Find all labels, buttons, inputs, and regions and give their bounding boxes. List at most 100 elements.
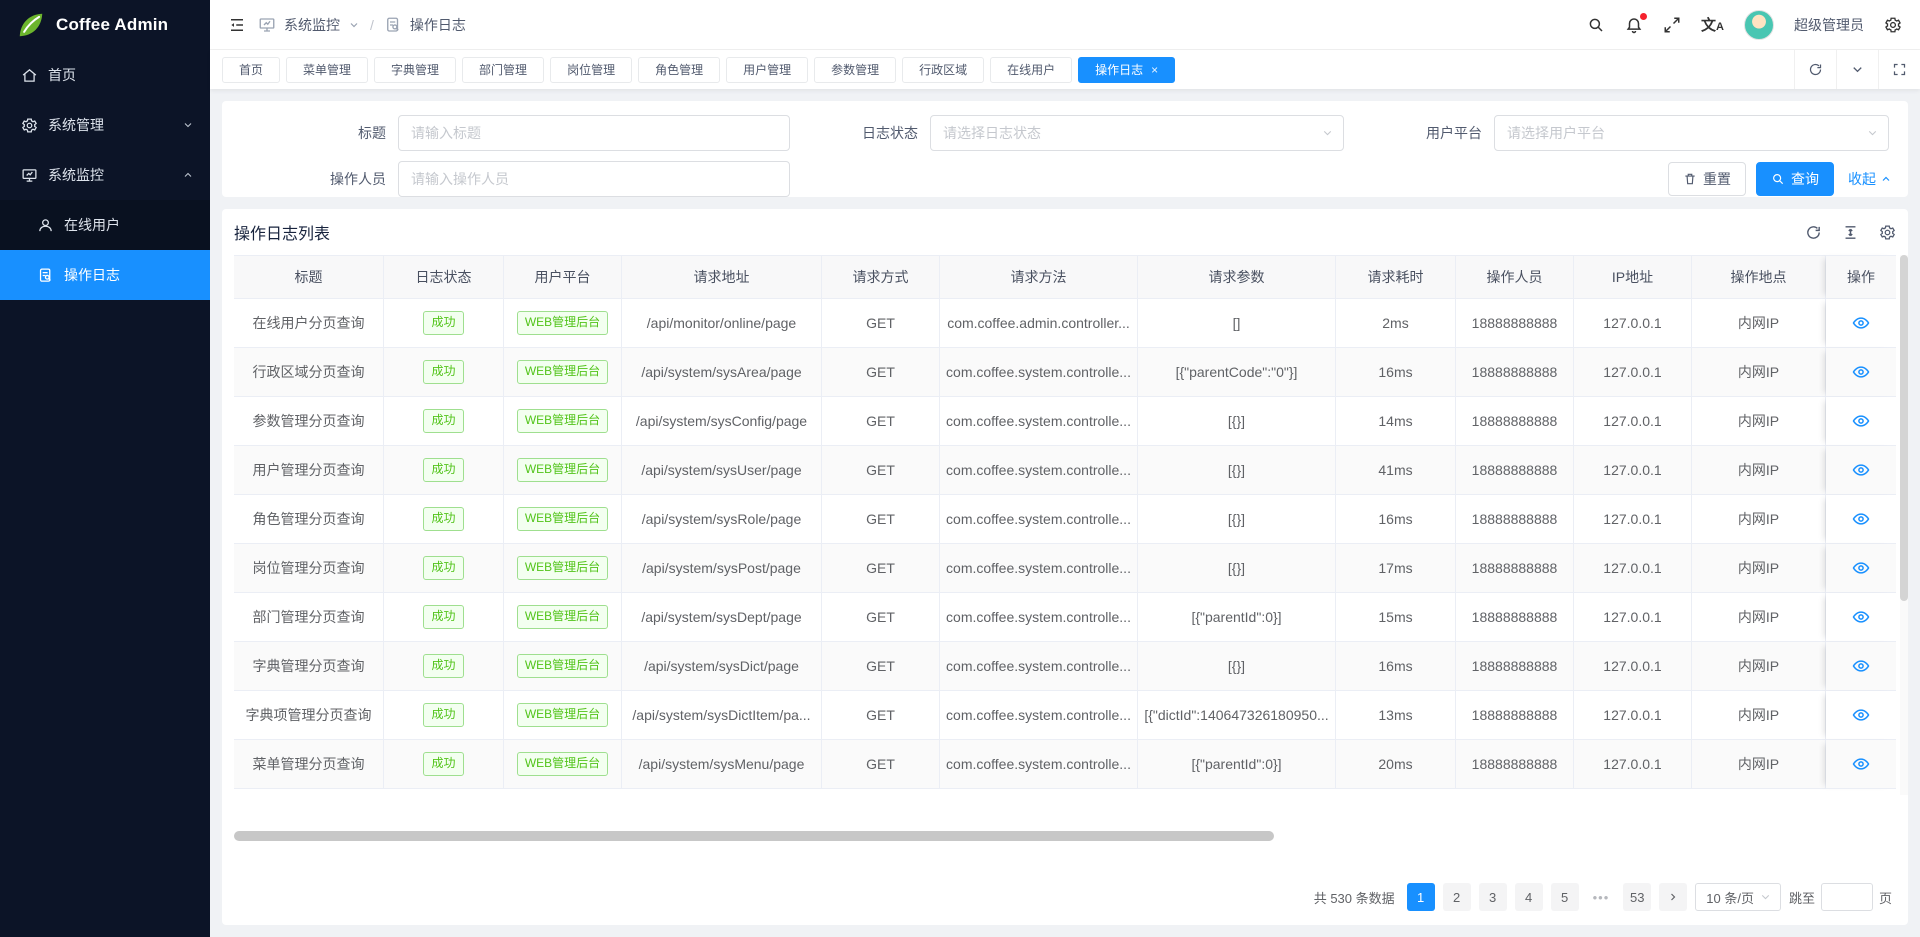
horizontal-scrollbar[interactable] [234, 831, 1896, 841]
view-detail-eye-icon[interactable] [1852, 657, 1870, 675]
page-size-select[interactable]: 10 条/页 [1695, 883, 1781, 911]
cell-status: 成功 [384, 544, 504, 593]
collapse-filters-link[interactable]: 收起 [1848, 169, 1892, 189]
cell-title: 部门管理分页查询 [234, 593, 384, 642]
status-badge: 成功 [423, 654, 463, 678]
search-button[interactable]: 查询 [1756, 162, 1834, 196]
cell-handler: com.coffee.system.controlle... [940, 740, 1138, 789]
title-filter-input[interactable] [398, 115, 790, 151]
page-button[interactable]: 2 [1443, 883, 1471, 911]
notification-bell-icon[interactable] [1625, 16, 1643, 34]
tab-tools [1794, 50, 1920, 89]
cell-status: 成功 [384, 593, 504, 642]
page-button[interactable]: 4 [1515, 883, 1543, 911]
cell-method: GET [822, 691, 940, 740]
column-settings-gear-icon[interactable] [1879, 224, 1896, 241]
status-badge: WEB管理后台 [517, 654, 608, 678]
row-density-icon[interactable] [1842, 224, 1859, 241]
maximize-content-icon[interactable] [1878, 50, 1920, 89]
view-detail-eye-icon[interactable] [1852, 608, 1870, 626]
page-button[interactable]: 3 [1479, 883, 1507, 911]
open-tabs: 首页菜单管理字典管理部门管理岗位管理角色管理 用户管理 参数管理行政区域 在线用户 操作… [222, 57, 1794, 83]
status-badge: 成功 [423, 605, 463, 629]
view-detail-eye-icon[interactable] [1852, 510, 1870, 528]
cell-status: 成功 [384, 740, 504, 789]
chevron-down-icon [182, 119, 194, 131]
cell-platform: WEB管理后台 [504, 299, 622, 348]
sidebar-item-home[interactable]: 首页 [0, 50, 210, 100]
cell-url: /api/system/sysArea/page [622, 348, 822, 397]
search-icon[interactable] [1587, 16, 1605, 34]
operator-filter-input[interactable] [398, 161, 790, 197]
platform-filter-select[interactable] [1494, 115, 1889, 151]
tab-active[interactable]: 操作日志× [1078, 57, 1175, 83]
fullscreen-icon[interactable] [1663, 16, 1681, 34]
tab[interactable]: 用户管理 [726, 57, 808, 83]
page-button[interactable]: 1 [1407, 883, 1435, 911]
vertical-scrollbar[interactable] [1900, 255, 1908, 795]
chevron-down-icon[interactable] [348, 19, 360, 31]
cell-title: 在线用户分页查询 [234, 299, 384, 348]
sidebar: Coffee Admin 首页系统管理系统监控在线用户操作日志 [0, 0, 210, 937]
table-header-cell: 标题 [234, 255, 384, 299]
sidebar-item-label: 系统监控 [48, 165, 104, 185]
breadcrumb-separator: / [370, 17, 374, 33]
view-detail-eye-icon[interactable] [1852, 461, 1870, 479]
tab[interactable]: 岗位管理 [550, 57, 632, 83]
reset-button[interactable]: 重置 [1668, 162, 1746, 196]
close-tab-icon[interactable]: × [1151, 64, 1158, 76]
collapse-sidebar-icon[interactable] [228, 16, 246, 34]
view-detail-eye-icon[interactable] [1852, 755, 1870, 773]
cell-ip: 127.0.0.1 [1574, 642, 1692, 691]
avatar[interactable] [1744, 10, 1774, 40]
page-button[interactable]: 53 [1623, 883, 1651, 911]
cell-method: GET [822, 299, 940, 348]
status-badge: WEB管理后台 [517, 409, 608, 433]
sidebar-item-system-management[interactable]: 系统管理 [0, 100, 210, 150]
cell-method: GET [822, 397, 940, 446]
tab[interactable]: 在线用户 [990, 57, 1072, 83]
sidebar-item-system-monitor[interactable]: 系统监控 [0, 150, 210, 200]
breadcrumb-section[interactable]: 系统监控 [284, 15, 340, 35]
cell-url: /api/system/sysDictItem/pa... [622, 691, 822, 740]
sidebar-subitem-online-users[interactable]: 在线用户 [0, 200, 210, 250]
cell-ip: 127.0.0.1 [1574, 544, 1692, 593]
tab[interactable]: 参数管理 [814, 57, 896, 83]
tab-options-chevron-icon[interactable] [1836, 50, 1878, 89]
tab[interactable]: 行政区域 [902, 57, 984, 83]
status-filter-select[interactable] [930, 115, 1344, 151]
tab[interactable]: 字典管理 [374, 57, 456, 83]
search-icon [1771, 172, 1785, 186]
view-detail-eye-icon[interactable] [1852, 412, 1870, 430]
tab-label: 在线用户 [1007, 61, 1055, 78]
refresh-table-icon[interactable] [1805, 224, 1822, 241]
tab[interactable]: 首页 [222, 57, 280, 83]
tab-label: 用户管理 [743, 61, 791, 78]
tab[interactable]: 角色管理 [638, 57, 720, 83]
sidebar-subitem-operation-log[interactable]: 操作日志 [0, 250, 210, 300]
cell-ip: 127.0.0.1 [1574, 348, 1692, 397]
cell-title: 字典管理分页查询 [234, 642, 384, 691]
tab[interactable]: 菜单管理 [286, 57, 368, 83]
notification-badge [1640, 13, 1647, 20]
topbar: 系统监控 / 操作日志 [210, 0, 1920, 50]
translate-icon[interactable]: 文A [1701, 14, 1724, 35]
cell-method: GET [822, 642, 940, 691]
cell-location: 内网IP [1692, 446, 1826, 495]
refresh-tab-icon[interactable] [1794, 50, 1836, 89]
gear-icon[interactable] [1884, 16, 1902, 34]
jump-page-input[interactable] [1821, 883, 1873, 911]
next-page-button[interactable] [1659, 883, 1687, 911]
view-detail-eye-icon[interactable] [1852, 363, 1870, 381]
tab[interactable]: 部门管理 [462, 57, 544, 83]
cell-handler: com.coffee.system.controlle... [940, 691, 1138, 740]
table-body: 在线用户分页查询成功WEB管理后台/api/monitor/online/pag… [234, 299, 1896, 789]
view-detail-eye-icon[interactable] [1852, 314, 1870, 332]
username[interactable]: 超级管理员 [1794, 15, 1864, 35]
table-header-cell: 操作人员 [1456, 255, 1574, 299]
table-row: 菜单管理分页查询成功WEB管理后台/api/system/sysMenu/pag… [234, 740, 1896, 789]
view-detail-eye-icon[interactable] [1852, 706, 1870, 724]
home-icon [21, 67, 38, 84]
view-detail-eye-icon[interactable] [1852, 559, 1870, 577]
page-button[interactable]: 5 [1551, 883, 1579, 911]
